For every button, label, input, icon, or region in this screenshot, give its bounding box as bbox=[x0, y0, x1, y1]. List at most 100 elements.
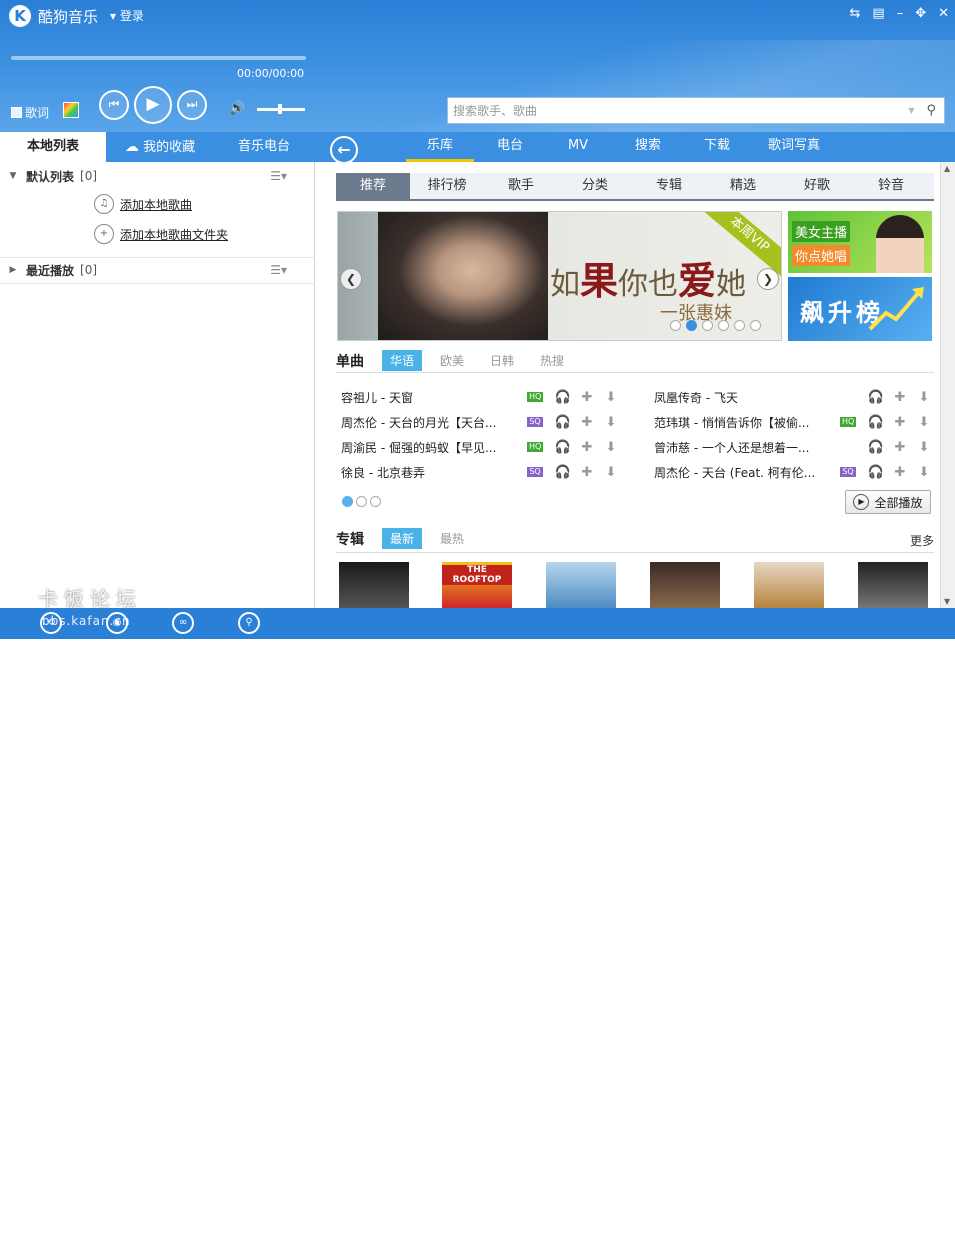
loop-icon[interactable]: ∞ bbox=[172, 612, 194, 634]
search-local-icon[interactable]: ⚲ bbox=[238, 612, 260, 634]
play-button[interactable]: ▶ bbox=[134, 86, 172, 124]
search-box[interactable]: 搜索歌手、歌曲 ▼ ⚲ bbox=[447, 97, 945, 124]
download-icon[interactable]: ⬇ bbox=[912, 440, 936, 455]
side-banner-streamer[interactable]: 美女主播 你点她唱 bbox=[788, 211, 932, 273]
listen-icon[interactable]: 🎧 bbox=[551, 440, 575, 455]
song-name[interactable]: 周杰伦 - 天台的月光【天台... bbox=[341, 414, 527, 431]
download-icon[interactable]: ⬇ bbox=[599, 415, 623, 430]
add-icon[interactable]: ✚ bbox=[888, 440, 912, 455]
filter-hottest[interactable]: 最热 bbox=[432, 528, 472, 549]
listen-icon[interactable]: 🎧 bbox=[864, 440, 888, 455]
search-dropdown-icon[interactable]: ▼ bbox=[908, 106, 914, 115]
subtab-selected[interactable]: 精选 bbox=[706, 173, 780, 199]
collapse-icon[interactable]: ▶ bbox=[0, 265, 26, 275]
download-icon[interactable]: ⬇ bbox=[599, 440, 623, 455]
subtab-ringtones[interactable]: 铃音 bbox=[854, 173, 928, 199]
listen-icon[interactable]: 🎧 bbox=[864, 390, 888, 405]
more-albums-link[interactable]: 更多 bbox=[910, 532, 934, 549]
download-icon[interactable]: ⬇ bbox=[912, 465, 936, 480]
tab-radio[interactable]: 音乐电台 bbox=[212, 132, 316, 162]
song-row[interactable]: 周杰伦 - 天台 (Feat. 柯有伦... SQ 🎧 ✚ ⬇ bbox=[654, 462, 936, 482]
tab-library[interactable]: 乐库 bbox=[406, 132, 474, 162]
tab-mv[interactable]: MV bbox=[544, 132, 612, 162]
tab-station[interactable]: 电台 bbox=[476, 132, 544, 162]
subtab-singers[interactable]: 歌手 bbox=[484, 173, 558, 199]
listen-icon[interactable]: 🎧 bbox=[864, 415, 888, 430]
filter-jpkr[interactable]: 日韩 bbox=[482, 350, 522, 371]
close-icon[interactable]: ✕ bbox=[938, 6, 949, 21]
add-icon[interactable]: ✚ bbox=[888, 415, 912, 430]
progress-bar[interactable] bbox=[11, 56, 306, 60]
subtab-category[interactable]: 分类 bbox=[558, 173, 632, 199]
filter-newest[interactable]: 最新 bbox=[382, 528, 423, 549]
pager-dot[interactable] bbox=[750, 320, 761, 331]
pager-dot[interactable] bbox=[734, 320, 745, 331]
add-icon[interactable]: ✚ bbox=[575, 390, 599, 405]
subtab-good-songs[interactable]: 好歌 bbox=[780, 173, 854, 199]
pager-dot[interactable] bbox=[370, 496, 381, 507]
next-button[interactable]: ⏭ bbox=[177, 90, 207, 120]
login-link[interactable]: ▾ 登录 bbox=[110, 7, 144, 24]
scroll-up-icon[interactable]: ▲ bbox=[944, 164, 950, 173]
song-name[interactable]: 凤凰传奇 - 飞天 bbox=[654, 389, 840, 406]
add-icon[interactable]: ✚ bbox=[888, 390, 912, 405]
subtab-charts[interactable]: 排行榜 bbox=[410, 173, 484, 199]
previous-button[interactable]: ⏮ bbox=[99, 90, 129, 120]
mini-mode-icon[interactable]: ⇆ bbox=[849, 6, 860, 21]
add-local-song[interactable]: ♫ 添加本地歌曲 bbox=[94, 194, 192, 214]
song-row[interactable]: 曾沛慈 - 一个人还是想着一... 🎧 ✚ ⬇ bbox=[654, 437, 936, 457]
lyrics-toggle[interactable]: 歌词 bbox=[11, 104, 49, 121]
search-icon[interactable]: ⚲ bbox=[926, 103, 936, 118]
filter-western[interactable]: 欧美 bbox=[432, 350, 472, 371]
song-name[interactable]: 曾沛慈 - 一个人还是想着一... bbox=[654, 439, 840, 456]
pager-dot-active[interactable] bbox=[686, 320, 697, 331]
add-icon[interactable]: ✚ bbox=[575, 440, 599, 455]
pager-dot[interactable] bbox=[356, 496, 367, 507]
search-input[interactable]: 搜索歌手、歌曲 bbox=[448, 102, 908, 119]
song-row[interactable]: 周渝民 - 倔强的蚂蚁【早见... HQ 🎧 ✚ ⬇ bbox=[341, 437, 623, 457]
song-name[interactable]: 周渝民 - 倔强的蚂蚁【早见... bbox=[341, 439, 527, 456]
login-label[interactable]: 登录 bbox=[120, 9, 144, 23]
volume-knob[interactable] bbox=[278, 104, 282, 114]
song-row[interactable]: 范玮琪 - 悄悄告诉你【被偷... HQ 🎧 ✚ ⬇ bbox=[654, 412, 936, 432]
song-row[interactable]: 凤凰传奇 - 飞天 🎧 ✚ ⬇ bbox=[654, 387, 936, 407]
pager-dot[interactable] bbox=[670, 320, 681, 331]
song-row[interactable]: 徐良 - 北京巷弄 SQ 🎧 ✚ ⬇ bbox=[341, 462, 623, 482]
add-icon[interactable]: ✚ bbox=[888, 465, 912, 480]
filter-chinese[interactable]: 华语 bbox=[382, 350, 423, 371]
song-name[interactable]: 容祖儿 - 天窗 bbox=[341, 389, 527, 406]
album-cover[interactable] bbox=[339, 562, 409, 608]
minimize-icon[interactable]: – bbox=[897, 6, 904, 21]
add-local-folder-link[interactable]: 添加本地歌曲文件夹 bbox=[120, 226, 228, 243]
main-banner[interactable]: 如果你也爱她 一张惠妹 本周VIP ❮ ❯ bbox=[337, 211, 782, 341]
album-cover[interactable] bbox=[754, 562, 824, 608]
subtab-albums[interactable]: 专辑 bbox=[632, 173, 706, 199]
download-icon[interactable]: ⬇ bbox=[599, 465, 623, 480]
pager-dot-active[interactable] bbox=[342, 496, 353, 507]
song-row[interactable]: 容祖儿 - 天窗 HQ 🎧 ✚ ⬇ bbox=[341, 387, 623, 407]
tab-download[interactable]: 下载 bbox=[683, 132, 751, 162]
scroll-down-icon[interactable]: ▼ bbox=[944, 597, 950, 606]
tab-lyrics-photo[interactable]: 歌词写真 bbox=[756, 132, 832, 162]
tab-favorites-label[interactable]: 我的收藏 bbox=[143, 140, 195, 155]
add-local-folder[interactable]: + 添加本地歌曲文件夹 bbox=[94, 224, 228, 244]
add-icon[interactable]: ✚ bbox=[575, 415, 599, 430]
resize-grip-icon[interactable]: ⋰ bbox=[941, 1226, 951, 1237]
playlist-recent[interactable]: ▶ 最近播放 [0] ☰▾ bbox=[0, 258, 315, 282]
album-cover[interactable] bbox=[650, 562, 720, 608]
pager-dot[interactable] bbox=[718, 320, 729, 331]
song-name[interactable]: 徐良 - 北京巷弄 bbox=[341, 464, 527, 481]
tab-local-list[interactable]: 本地列表 bbox=[0, 132, 106, 162]
tab-search[interactable]: 搜索 bbox=[614, 132, 682, 162]
scrollbar[interactable]: ▲ ▼ bbox=[940, 162, 955, 608]
album-cover[interactable] bbox=[858, 562, 928, 608]
playlist-menu-icon[interactable]: ☰▾ bbox=[270, 263, 287, 277]
side-banner-rising[interactable]: 飙升榜 bbox=[788, 277, 932, 341]
filter-hot-search[interactable]: 热搜 bbox=[532, 350, 572, 371]
expand-icon[interactable]: ▼ bbox=[0, 171, 26, 181]
pager-dot[interactable] bbox=[702, 320, 713, 331]
back-button[interactable]: ← bbox=[330, 136, 358, 164]
listen-icon[interactable]: 🎧 bbox=[551, 415, 575, 430]
listen-icon[interactable]: 🎧 bbox=[551, 465, 575, 480]
playlist-default[interactable]: ▼ 默认列表 [0] ☰▾ bbox=[0, 164, 315, 188]
